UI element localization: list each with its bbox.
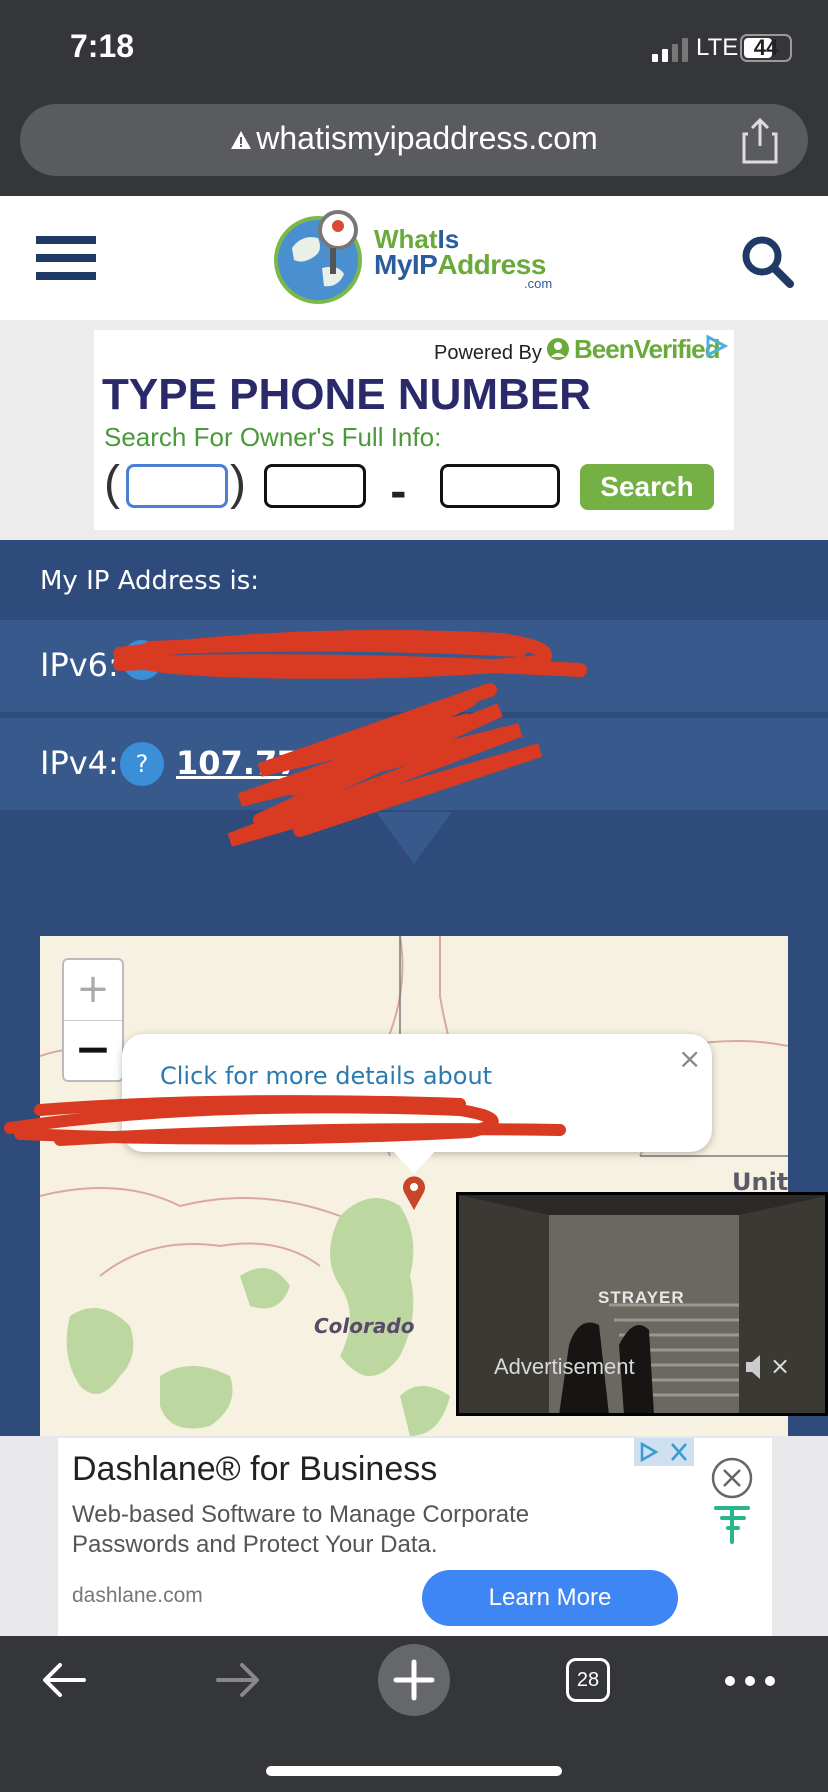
battery-icon: 44 — [740, 34, 792, 62]
phone-line-input[interactable] — [440, 464, 560, 508]
logo-suffix: .com — [524, 276, 553, 291]
more-options-icon[interactable] — [724, 1674, 776, 1688]
dashlane-ad-description: Web-based Software to Manage Corporate P… — [72, 1501, 530, 1558]
redaction-scribble — [113, 630, 587, 847]
battery-level: 44 — [753, 35, 779, 60]
logo-text-line2[interactable]: MyIPAddress — [374, 250, 546, 280]
plus-icon — [393, 1659, 435, 1701]
area-code-input[interactable] — [126, 464, 228, 508]
ad-search-button[interactable]: Search — [580, 464, 714, 510]
paren-open: ( — [104, 457, 120, 510]
ad-subtitle: Search For Owner's Full Info: — [104, 422, 442, 452]
ip-heading: My IP Address is: — [40, 566, 260, 596]
ad-powered-by: Powered By — [434, 342, 542, 364]
paren-close: ) — [230, 457, 246, 510]
share-icon[interactable] — [740, 116, 780, 164]
person-icon — [547, 338, 569, 360]
phone-prefix-input[interactable] — [264, 464, 366, 508]
url-text: whatismyipaddress.com — [256, 120, 598, 156]
adchoices-close-icon[interactable] — [634, 1438, 694, 1466]
phone-dash: - — [390, 470, 407, 516]
hamburger-menu-icon[interactable] — [36, 236, 96, 280]
zoom-out-button[interactable]: − — [64, 1020, 122, 1079]
address-bar[interactable]: whatismyipaddress.com — [20, 104, 808, 176]
close-circle-icon[interactable] — [710, 1456, 754, 1500]
video-close-button[interactable]: × — [770, 1352, 790, 1380]
mute-icon[interactable] — [744, 1354, 768, 1380]
logo-globe-icon[interactable] — [272, 208, 372, 306]
feedback-icon[interactable] — [712, 1504, 752, 1544]
learn-more-button[interactable]: Learn More — [422, 1570, 678, 1626]
dashlane-ad-domain: dashlane.com — [72, 1584, 203, 1607]
tab-switcher-button[interactable]: 28 — [566, 1658, 610, 1702]
network-type: LTE — [696, 34, 739, 61]
warning-icon — [231, 131, 252, 149]
ad-title: TYPE PHONE NUMBER — [102, 370, 591, 419]
url-display[interactable]: whatismyipaddress.com — [20, 120, 808, 157]
back-arrow-icon[interactable] — [40, 1660, 88, 1700]
map-marker-icon[interactable] — [402, 1176, 426, 1210]
forward-arrow-icon[interactable] — [214, 1660, 262, 1700]
cellular-signal-icon — [652, 38, 688, 62]
home-indicator — [266, 1766, 562, 1776]
dashlane-ad-title[interactable]: Dashlane® for Business — [72, 1450, 437, 1489]
zoom-in-button[interactable]: + — [64, 960, 122, 1018]
search-icon[interactable] — [740, 234, 794, 288]
video-ad-label: Advertisement — [494, 1354, 635, 1379]
popup-tip — [392, 1150, 436, 1174]
video-brand-label: STRAYER — [598, 1288, 685, 1307]
status-time: 7:18 — [70, 28, 135, 64]
map-state-label: Colorado — [314, 1314, 415, 1338]
ad-brand: BeenVerified — [574, 334, 721, 364]
adchoices-icon[interactable] — [704, 334, 728, 358]
redaction-scribble — [4, 1095, 566, 1146]
popup-close-button[interactable]: × — [678, 1042, 701, 1075]
new-tab-button[interactable] — [378, 1644, 450, 1716]
